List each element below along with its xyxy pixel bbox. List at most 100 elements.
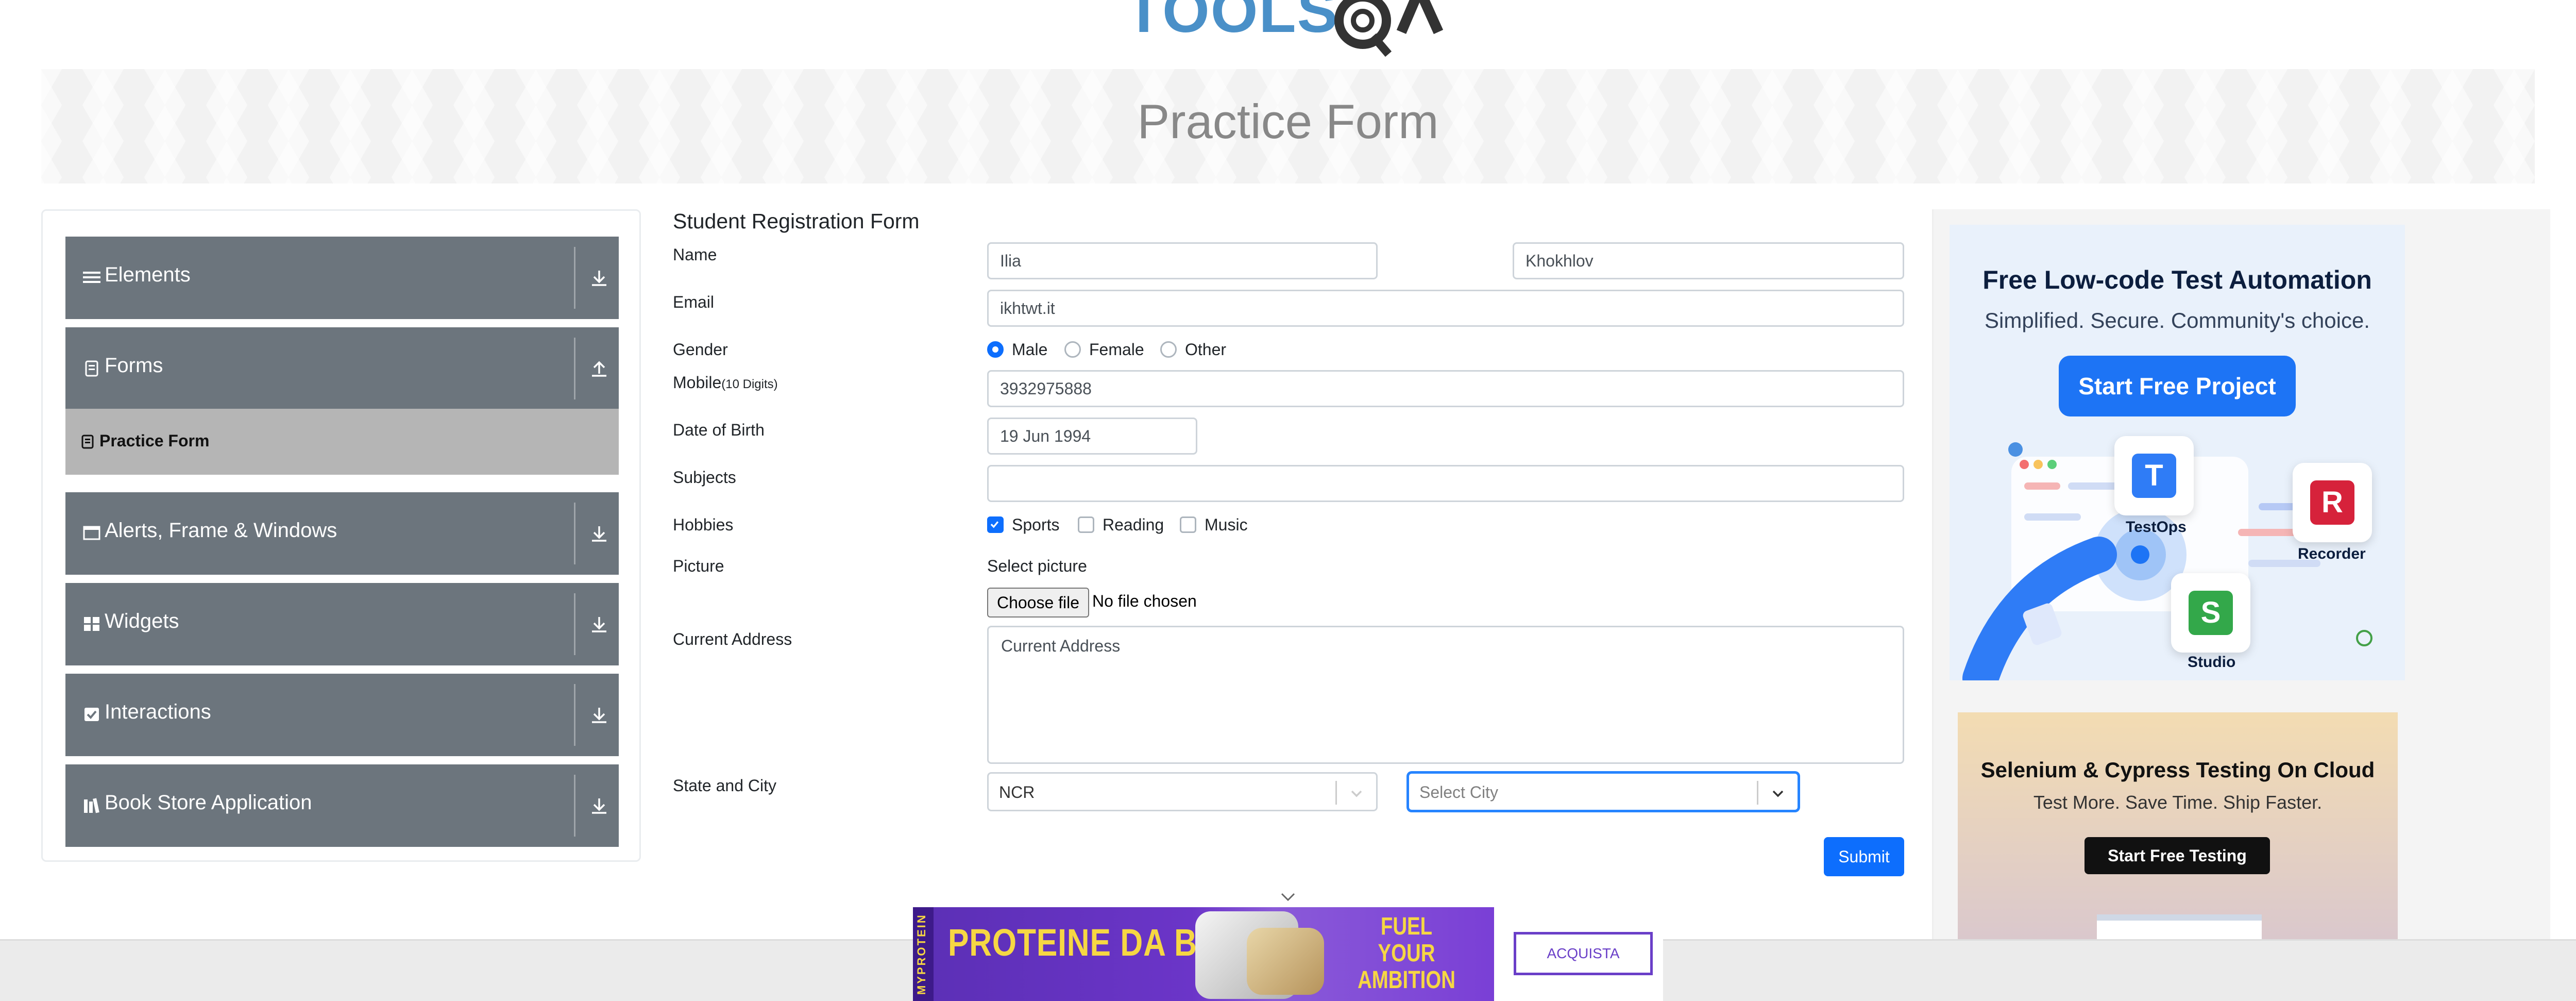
- dob-input[interactable]: 19 Jun 1994: [987, 418, 1197, 455]
- studio-tile: S: [2171, 573, 2250, 653]
- recorder-label: Recorder: [2298, 545, 2366, 562]
- download-arrow-icon[interactable]: [589, 523, 609, 544]
- state-city-label: State and City: [673, 776, 776, 795]
- hobby-reading-checkbox[interactable]: [1078, 516, 1094, 533]
- hobby-reading-label[interactable]: Reading: [1103, 515, 1164, 535]
- myprotein-brand: MYPROTEIN: [915, 913, 928, 995]
- testops-tile: T: [2114, 436, 2194, 515]
- cloud-testing-ad[interactable]: [1958, 712, 2398, 949]
- choose-file-button[interactable]: Choose file: [987, 588, 1089, 618]
- books-icon: [84, 798, 99, 813]
- sidebar-group-widgets[interactable]: Widgets: [65, 583, 619, 665]
- tagline-line: FUEL: [1380, 913, 1433, 940]
- divider: [574, 593, 575, 655]
- download-arrow-icon[interactable]: [589, 614, 609, 635]
- city-placeholder: Select City: [1419, 783, 1498, 802]
- select-picture-label: Select picture: [987, 557, 1087, 575]
- studio-label: Studio: [2188, 654, 2236, 671]
- mobile-hint: (10 Digits): [721, 377, 778, 391]
- chevron-down-icon[interactable]: [1280, 892, 1296, 903]
- studio-logo-icon: S: [2189, 591, 2233, 635]
- download-arrow-icon[interactable]: [589, 795, 609, 816]
- sidebar-group-book-store[interactable]: Book Store Application: [65, 764, 619, 847]
- address-label: Current Address: [673, 630, 792, 648]
- sidebar-group-interactions[interactable]: Interactions: [65, 674, 619, 756]
- divider: [574, 247, 575, 309]
- hobbies-label: Hobbies: [673, 515, 734, 534]
- last-name-input[interactable]: Khokhlov: [1513, 242, 1904, 279]
- sidebar-group-label: Elements: [105, 263, 191, 286]
- grid-icon: [84, 617, 99, 631]
- divider: [1335, 781, 1337, 805]
- testops-label: TestOps: [2126, 519, 2187, 536]
- download-arrow-icon[interactable]: [589, 268, 609, 288]
- state-value: NCR: [999, 783, 1035, 802]
- divider: [574, 338, 575, 399]
- name-label: Name: [673, 245, 717, 264]
- mobile-input[interactable]: 3932975888: [987, 370, 1904, 407]
- document-icon: [81, 435, 94, 449]
- city-select[interactable]: Select City: [1408, 772, 1799, 811]
- mobile-label: Mobile(10 Digits): [673, 373, 778, 392]
- sidebar: Elements Forms Practice Form Alerts, Fra…: [41, 209, 641, 862]
- checkmark-icon: [990, 521, 999, 528]
- checkbox-icon: [84, 708, 99, 721]
- recorder-logo-icon: R: [2310, 480, 2354, 525]
- sidebar-group-elements[interactable]: Elements: [65, 237, 619, 319]
- sidebar-item-label: Practice Form: [99, 431, 210, 450]
- sidebar-item-practice-form[interactable]: Practice Form: [65, 409, 619, 475]
- product-bottle-image: [1247, 928, 1324, 995]
- katalon-ad-title: Free Low-code Test Automation: [1982, 265, 2372, 294]
- gender-female-radio[interactable]: [1064, 341, 1081, 358]
- subjects-label: Subjects: [673, 468, 736, 487]
- hobby-sports-checkbox[interactable]: [987, 516, 1004, 533]
- picture-label: Picture: [673, 557, 724, 575]
- hobby-music-label[interactable]: Music: [1205, 515, 1248, 535]
- sidebar-group-alerts[interactable]: Alerts, Frame & Windows: [65, 492, 619, 575]
- state-select[interactable]: NCR: [987, 772, 1378, 811]
- tagline-line: YOUR: [1378, 940, 1435, 967]
- no-file-status: No file chosen: [1092, 592, 1197, 610]
- dob-label: Date of Birth: [673, 421, 765, 439]
- divider: [1757, 781, 1758, 805]
- sidebar-group-forms[interactable]: Forms: [65, 327, 619, 410]
- katalon-ad-subtitle: Simplified. Secure. Community's choice.: [1985, 308, 2370, 332]
- upload-arrow-icon[interactable]: [589, 358, 609, 379]
- hobby-sports-label[interactable]: Sports: [1012, 515, 1059, 535]
- acquista-button[interactable]: ACQUISTA: [1514, 932, 1653, 975]
- chevron-down-icon: [1772, 790, 1784, 797]
- toolsqa-logo[interactable]: TOOLS: [1123, 0, 1463, 57]
- submit-button[interactable]: Submit: [1824, 837, 1904, 876]
- cloud-ad-subtitle: Test More. Save Time. Ship Faster.: [2033, 792, 2323, 813]
- email-label: Email: [673, 293, 715, 311]
- gender-male-radio[interactable]: [987, 341, 1004, 358]
- svg-text:TOOLS: TOOLS: [1125, 0, 1338, 45]
- gender-male-label[interactable]: Male: [1012, 340, 1047, 359]
- subjects-input[interactable]: [987, 465, 1904, 502]
- sidebar-group-label: Interactions: [105, 700, 211, 723]
- ad-preview-toolbar: [2097, 914, 2262, 921]
- gender-label: Gender: [673, 340, 728, 359]
- gender-other-label[interactable]: Other: [1185, 340, 1226, 359]
- divider: [574, 684, 575, 746]
- download-arrow-icon[interactable]: [589, 705, 609, 725]
- document-icon: [85, 360, 98, 377]
- start-free-project-button[interactable]: Start Free Project: [2059, 356, 2296, 416]
- gender-other-radio[interactable]: [1160, 341, 1177, 358]
- sidebar-group-label: Widgets: [105, 610, 179, 632]
- gender-female-label[interactable]: Female: [1089, 340, 1144, 359]
- start-free-testing-button[interactable]: Start Free Testing: [2084, 837, 2270, 874]
- first-name-input[interactable]: Ilia: [987, 242, 1378, 279]
- window-icon: [83, 526, 100, 540]
- page-header-banner: Practice Form: [41, 69, 2535, 183]
- form-title: Student Registration Form: [673, 209, 920, 233]
- current-address-textarea[interactable]: Current Address: [987, 626, 1904, 764]
- tagline-line: AMBITION: [1358, 966, 1455, 994]
- email-input[interactable]: ikhtwt.it: [987, 290, 1904, 327]
- myprotein-tagline: FUEL YOUR AMBITION: [1353, 913, 1460, 994]
- recorder-tile: R: [2293, 463, 2372, 542]
- cloud-ad-title: Selenium & Cypress Testing On Cloud: [1980, 758, 2375, 782]
- hobby-music-checkbox[interactable]: [1180, 516, 1196, 533]
- mobile-label-text: Mobile: [673, 373, 722, 392]
- sidebar-group-label: Alerts, Frame & Windows: [105, 519, 337, 542]
